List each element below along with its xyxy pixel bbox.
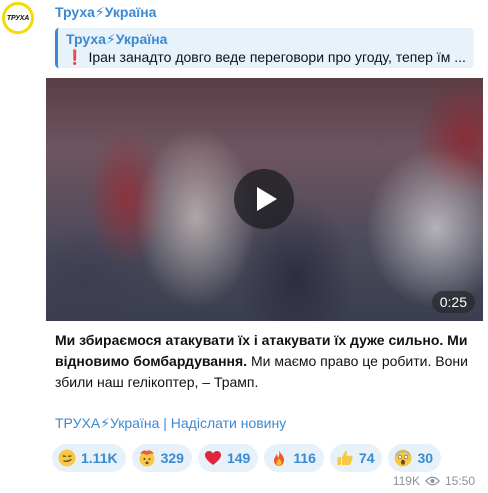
reaction-heart[interactable]: 149 (197, 444, 259, 472)
thumbs-up-icon (337, 451, 353, 465)
reaction-screaming[interactable]: 30 (388, 444, 442, 472)
reaction-thumbs-up[interactable]: 74 (329, 444, 383, 472)
red-heart-icon (204, 451, 221, 465)
reaction-count: 30 (417, 450, 434, 466)
message-bubble: Труха⚡Україна Труха⚡Україна ❗ Іран занадт… (46, 0, 483, 493)
reply-text-line: ❗ Іран занадто довго веде переговори про … (66, 48, 466, 66)
reaction-count: 1.11K (81, 450, 118, 466)
reaction-count: 116 (293, 450, 316, 466)
reaction-count: 329 (160, 450, 184, 466)
reaction-exploding-head[interactable]: 329 (131, 444, 192, 472)
reaction-count: 74 (358, 450, 375, 466)
eye-icon (425, 476, 440, 486)
message-meta: 119K 15:50 (393, 474, 475, 488)
views-count: 119K (392, 474, 420, 488)
avatar-logo-text: ТРУХА (6, 14, 30, 22)
reply-text: Іран занадто довго веде переговори про у… (88, 49, 466, 65)
screaming-face-icon (394, 449, 412, 467)
play-icon (256, 187, 277, 211)
exclamation-icon: ❗ (66, 49, 84, 65)
message-text: Ми збираємося атакувати їх і атакувати ї… (55, 330, 475, 393)
play-button[interactable] (234, 169, 294, 229)
exploding-head-icon (139, 450, 155, 467)
smirk-face-icon (58, 449, 76, 467)
reaction-smirk[interactable]: 1.11K (52, 444, 126, 472)
channel-avatar[interactable]: ТРУХА (2, 2, 34, 34)
fire-icon (274, 450, 285, 466)
video-duration: 0:25 (431, 291, 475, 313)
reaction-count: 149 (226, 450, 251, 466)
reaction-fire[interactable]: 116 (264, 444, 324, 472)
message-time: 15:50 (444, 474, 475, 488)
reply-title: Труха⚡Україна (66, 31, 168, 47)
channel-title[interactable]: Труха⚡Україна (55, 4, 156, 21)
reply-preview[interactable]: Труха⚡Україна ❗ Іран занадто довго веде п… (55, 28, 474, 68)
video-player[interactable]: 0:25 (46, 78, 483, 321)
reactions-bar: 1.11K 329 149 116 74 30 (52, 444, 442, 472)
channel-footer-links[interactable]: ТРУХА⚡Україна | Надіслати новину (55, 415, 286, 432)
